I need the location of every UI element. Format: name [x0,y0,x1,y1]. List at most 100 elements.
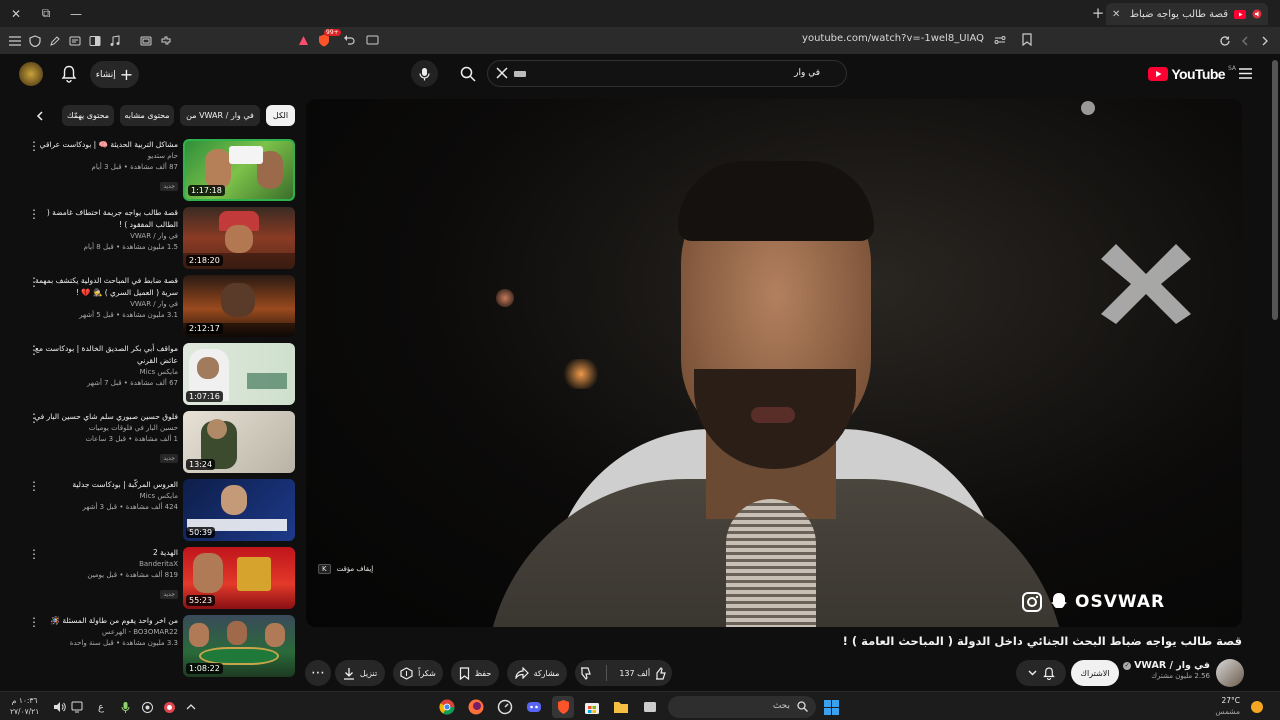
display-icon[interactable] [66,696,88,718]
recommendation-card[interactable]: 1:07:16 مواقف أبي بكر الصديق الخالدة | ب… [20,343,295,407]
video-thumbnail[interactable]: 1:08:22 [183,615,295,677]
keyboard-icon[interactable] [514,71,526,77]
bookmark-icon[interactable] [1022,33,1032,46]
avatar[interactable] [19,62,43,86]
video-thumbnail[interactable]: 2:12:17 [183,275,295,337]
recommendation-card[interactable]: 13:24 فلوق حسين صبوري سلم شاي حسين البار… [20,411,295,475]
undo-icon[interactable] [343,34,355,46]
browser-tab[interactable]: ✕ قصة طالب يواجه ضباط البحث ال [1106,3,1268,25]
chip-from-channel[interactable]: من VWAR / في وار [180,105,260,126]
chevron-up-icon[interactable] [180,696,202,718]
extensions-icon[interactable] [157,32,175,50]
video-title: مشاكل التربية الحديثة 🧠 | بودكاست عراقي [39,140,178,149]
chips-scroll-left-icon[interactable] [34,110,46,122]
save-button[interactable]: حفظ [451,660,499,686]
more-options-icon[interactable]: ⋮ [28,276,40,288]
region-code: SA [1227,64,1236,72]
pen-icon[interactable] [46,32,64,50]
store-icon[interactable] [581,696,603,718]
cast-icon[interactable] [366,34,379,46]
dislike-icon[interactable] [579,666,593,680]
chip-all[interactable]: الكل [266,105,295,126]
recommendation-card[interactable]: 1:17:18 مشاكل التربية الحديثة 🧠 | بودكاس… [20,139,295,203]
more-options-icon[interactable]: ⋮ [28,208,40,220]
chip-related[interactable]: محتوى مشابه [120,105,174,126]
weather-widget[interactable]: 27°C مشمس [1215,695,1240,717]
back-icon[interactable] [1256,32,1274,50]
more-options-icon[interactable]: ⋮ [28,480,40,492]
camera-privacy-icon[interactable] [136,696,158,718]
forward-icon[interactable] [1236,32,1254,50]
restore-window-button[interactable]: ⧉ [30,0,62,27]
chrome-icon[interactable] [436,696,458,718]
shield-icon[interactable] [26,32,44,50]
speedtest-icon[interactable] [494,696,516,718]
close-window-button[interactable]: ✕ [0,0,32,27]
sidebar-icon[interactable] [86,32,104,50]
subscribe-button[interactable]: الاشتراك [1071,660,1119,686]
video-player[interactable]: K إيقاف مؤقت OSVWAR [306,99,1242,627]
search-icon[interactable] [460,66,476,82]
minimize-window-button[interactable]: — [60,0,92,27]
video-thumbnail[interactable]: 13:24 [183,411,295,473]
video-thumbnail[interactable]: 1:17:18 [183,139,295,201]
create-button[interactable]: إنشاء + [90,61,139,88]
chip-for-you[interactable]: محتوى يهمّك [62,105,114,126]
video-thumbnail[interactable]: 1:07:16 [183,343,295,405]
screenshot-icon[interactable] [137,32,155,50]
url-text[interactable]: youtube.com/watch?v=-1wel8_UIAQ [802,33,984,44]
youtube-logo[interactable]: YouTube SA [1148,64,1236,82]
microphone-icon[interactable] [114,696,136,718]
brave-taskbar-icon[interactable] [552,696,574,718]
shortcut-tooltip: K إيقاف مؤقت [318,564,373,574]
share-button[interactable]: مشاركة [507,660,567,686]
audio-playing-icon[interactable] [1252,9,1262,19]
microphone-prop [726,499,816,627]
like-button[interactable]: 137 ألف [619,666,668,680]
new-tab-button[interactable]: + [1088,4,1108,22]
thanks-button[interactable]: شكراً [393,660,443,686]
menu-icon[interactable] [6,32,24,50]
recording-icon[interactable] [158,696,180,718]
channel-name[interactable]: في وار / VWAR [1134,660,1210,671]
more-options-icon[interactable]: ⋮ [28,412,40,424]
more-options-icon[interactable]: ⋮ [28,140,40,152]
more-options-icon[interactable]: ⋮ [28,616,40,628]
brave-rewards-icon[interactable] [298,35,309,46]
clock[interactable]: ١٠:٣٦ م ٢٧/٠٧/٢١ [10,695,39,717]
recommendation-card[interactable]: 1:08:22 من اخر واحد يقوم من طاولة المسئل… [20,615,295,679]
reading-icon[interactable] [66,32,84,50]
recommendation-card[interactable]: 50:39 العروس المركّبة | بودكاست جدلية ما… [20,479,295,543]
search-box[interactable]: في وار [460,60,847,87]
task-view-icon[interactable] [639,696,661,718]
file-explorer-icon[interactable] [610,696,632,718]
notification-settings-button[interactable] [1016,660,1066,686]
video-thumbnail[interactable]: 2:18:20 [183,207,295,269]
reload-icon[interactable] [1216,32,1234,50]
input-language[interactable]: ع [90,696,112,718]
notifications-bell-icon[interactable] [61,65,77,83]
music-icon[interactable] [106,32,124,50]
taskbar-search[interactable]: بحث [668,696,816,718]
more-options-icon[interactable]: ⋮ [28,548,40,560]
recommendation-card[interactable]: 2:18:20 قصة طالب يواجه جريمة اختطاف غامض… [20,207,295,271]
more-actions-button[interactable]: ⋯ [305,660,331,686]
close-tab-icon[interactable]: ✕ [1112,9,1120,20]
voice-search-button[interactable] [411,60,438,87]
search-input[interactable]: في وار [794,68,820,78]
firefox-icon[interactable] [465,696,487,718]
channel-avatar[interactable] [1216,659,1244,687]
page-scrollbar[interactable] [1272,60,1278,320]
video-thumbnail[interactable]: 50:39 [183,479,295,541]
download-button[interactable]: تنزيل [335,660,385,686]
clear-search-icon[interactable] [496,67,508,79]
video-thumbnail[interactable]: 55:23 [183,547,295,609]
start-windows-icon[interactable] [820,696,842,718]
site-settings-icon[interactable] [994,34,1006,46]
window-titlebar: ✕ ⧉ — + ✕ قصة طالب يواجه ضباط البحث ال [0,0,1280,27]
more-options-icon[interactable]: ⋮ [28,344,40,356]
guide-menu-icon[interactable] [1239,68,1252,79]
recommendation-card[interactable]: 2:12:17 قصة ضابط في المباحث الدولية يكتش… [20,275,295,339]
discord-icon[interactable] [523,696,545,718]
recommendation-card[interactable]: 55:23 الهدية 2 BanderitaX 819 ألف مشاهدة… [20,547,295,611]
